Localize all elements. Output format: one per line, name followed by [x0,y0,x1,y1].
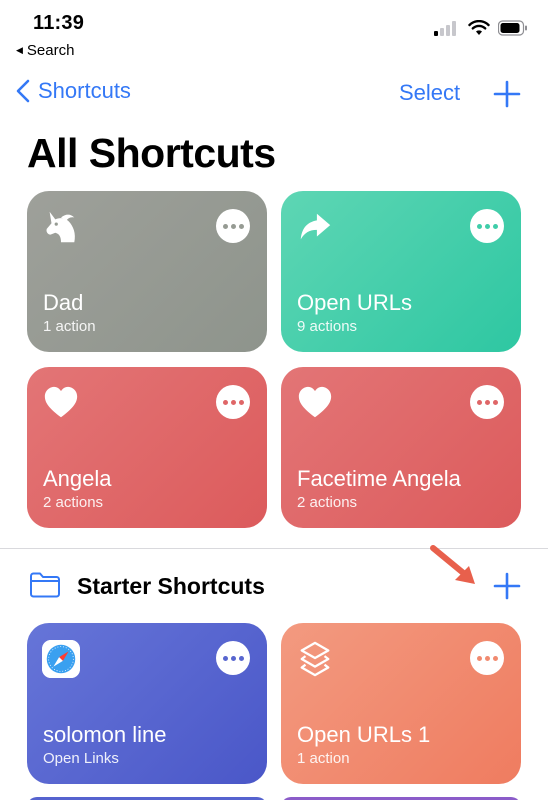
shortcut-action-count: 1 action [297,750,350,767]
status-icons [434,20,528,36]
add-shortcut-button[interactable] [492,79,522,109]
select-button[interactable]: Select [399,80,460,106]
back-button-label: Shortcuts [38,78,131,103]
shortcut-name: solomon line [43,722,167,747]
shortcuts-layers-icon [300,641,330,677]
folder-icon [30,572,60,598]
cellular-signal-icon [434,21,456,36]
navigation-bar: Shortcuts Select [0,76,548,112]
section-title: Starter Shortcuts [77,573,265,599]
add-starter-shortcut-button[interactable] [492,571,522,601]
shortcut-action-count: 2 actions [297,494,358,511]
shortcut-card-dad[interactable]: Dad 1 action [27,191,267,352]
shortcut-name: Angela [43,466,112,491]
shortcut-action-count: 2 actions [43,494,104,511]
shortcut-action-count: 1 action [43,318,96,335]
back-triangle-icon: ◀ [16,45,23,55]
back-app-label: Search [26,42,75,59]
status-bar: 11:39 ◀ Search [0,0,548,66]
heart-icon [298,386,332,418]
page-title: All Shortcuts [27,130,276,176]
annotation-arrow-icon [430,545,475,584]
battery-icon [498,20,527,36]
shortcut-card-solomon-line[interactable]: solomon line Open Links [27,623,267,784]
back-button[interactable]: Shortcuts [16,78,131,104]
shortcut-subtitle: Open Links [43,750,119,767]
more-options-button[interactable] [216,209,250,243]
shortcut-name: Open URLs [297,290,412,315]
wifi-icon [468,20,490,35]
shortcut-card-open-urls-1[interactable]: Open URLs 1 1 action [281,623,521,784]
share-arrow-icon [300,213,331,240]
unicorn-icon [46,211,75,243]
status-time: 11:39 [33,12,85,34]
more-options-button[interactable] [470,385,504,419]
shortcut-name: Open URLs 1 [297,722,431,747]
more-options-button[interactable] [216,385,250,419]
shortcut-card-angela[interactable]: Angela 2 actions [27,367,267,528]
shortcut-card-facetime-angela[interactable]: Facetime Angela 2 actions [281,367,521,528]
chevron-left-icon [16,79,30,103]
heart-icon [44,386,78,418]
shortcut-name: Facetime Angela [297,466,461,491]
back-to-app-link[interactable]: ◀ Search [16,42,74,59]
more-options-button[interactable] [470,209,504,243]
safari-icon [42,640,80,678]
shortcut-name: Dad [43,290,84,315]
more-options-button[interactable] [470,641,504,675]
shortcut-action-count: 9 actions [297,318,358,335]
more-options-button[interactable] [216,641,250,675]
shortcut-card-open-urls[interactable]: Open URLs 9 actions [281,191,521,352]
